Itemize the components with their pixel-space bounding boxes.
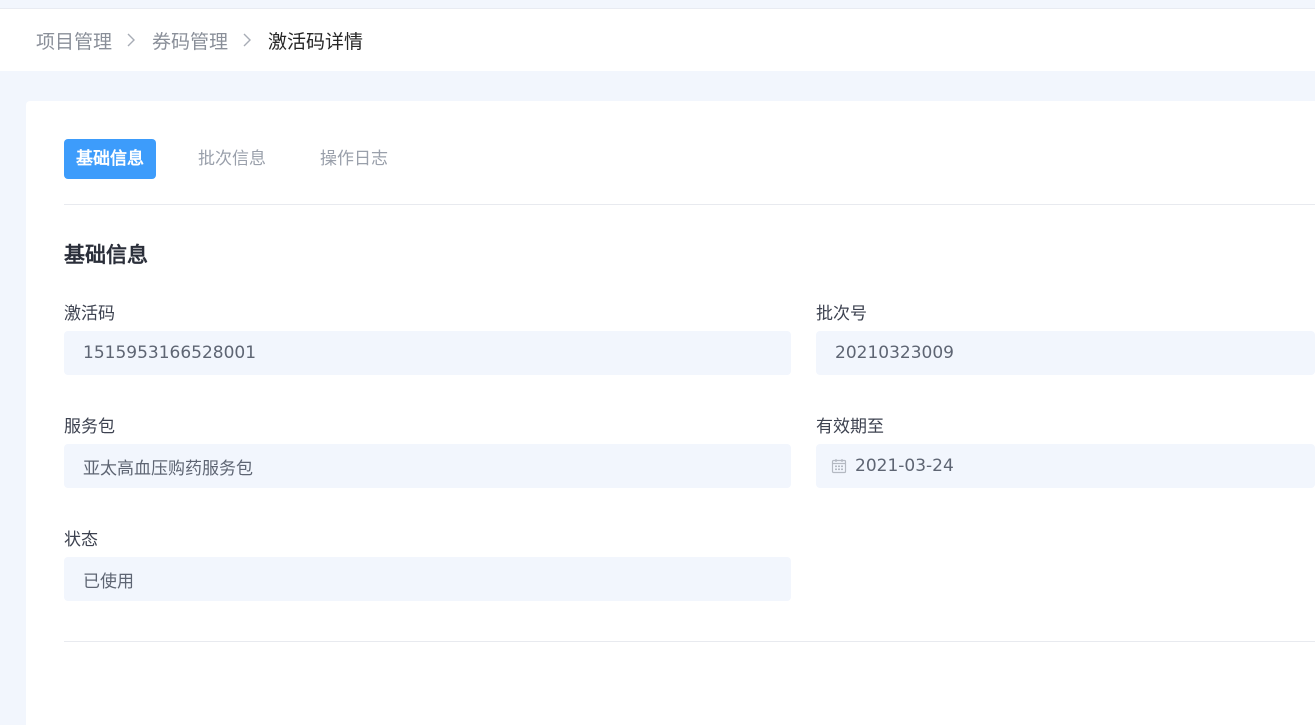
activation-code-value: 1515953166528001 xyxy=(83,343,257,363)
divider xyxy=(64,641,1315,642)
chevron-right-icon xyxy=(240,33,254,47)
status-value: 已使用 xyxy=(83,571,134,592)
tab-batch-info[interactable]: 批次信息 xyxy=(186,139,278,179)
batch-no-field: 20210323009 xyxy=(816,331,1315,375)
divider xyxy=(64,204,1315,205)
section-title: 基础信息 xyxy=(64,243,148,267)
tab-basic-info[interactable]: 基础信息 xyxy=(64,139,156,179)
calendar-icon xyxy=(831,458,847,474)
valid-until-field: 2021-03-24 xyxy=(816,444,1315,488)
status-field: 已使用 xyxy=(64,557,791,601)
batch-no-value: 20210323009 xyxy=(835,343,954,363)
status-label: 状态 xyxy=(64,530,98,550)
breadcrumb-item-project-management[interactable]: 项目管理 xyxy=(36,27,112,54)
valid-until-value: 2021-03-24 xyxy=(855,456,954,476)
service-package-field: 亚太高血压购药服务包 xyxy=(64,444,791,488)
breadcrumb: 项目管理 券码管理 激活码详情 xyxy=(0,9,1315,71)
chevron-right-icon xyxy=(124,33,138,47)
top-strip xyxy=(0,0,1315,9)
detail-card: 基础信息 批次信息 操作日志 基础信息 激活码 1515953166528001… xyxy=(26,101,1315,725)
breadcrumb-item-current: 激活码详情 xyxy=(268,30,364,53)
activation-code-field: 1515953166528001 xyxy=(64,331,791,375)
valid-until-label: 有效期至 xyxy=(816,417,884,437)
tab-operation-log[interactable]: 操作日志 xyxy=(308,139,400,179)
tab-bar: 基础信息 批次信息 操作日志 xyxy=(64,139,430,179)
batch-no-label: 批次号 xyxy=(816,304,867,324)
service-package-value: 亚太高血压购药服务包 xyxy=(83,458,253,479)
breadcrumb-item-coupon-management[interactable]: 券码管理 xyxy=(152,27,228,54)
activation-code-label: 激活码 xyxy=(64,304,115,324)
service-package-label: 服务包 xyxy=(64,417,115,437)
